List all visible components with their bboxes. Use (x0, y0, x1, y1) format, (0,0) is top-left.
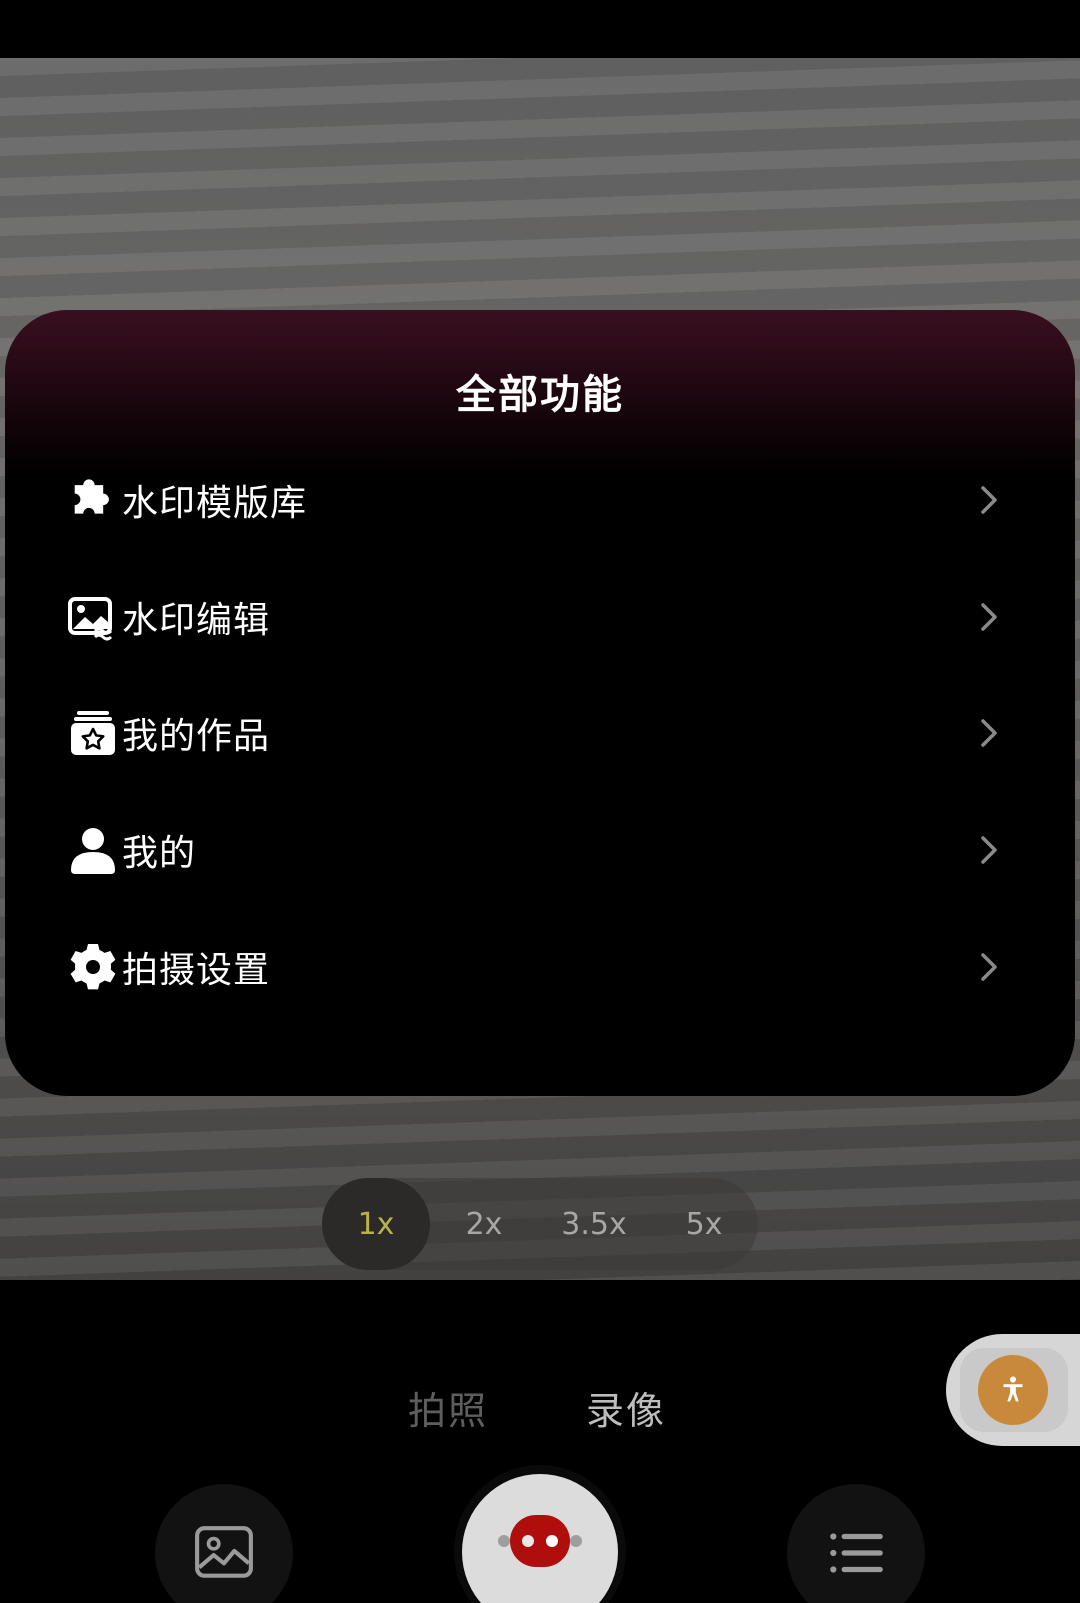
menu-button[interactable] (787, 1484, 925, 1603)
chevron-right-icon (977, 949, 1003, 985)
chevron-right-icon (977, 599, 1003, 635)
mode-photo-tab[interactable]: 拍照 (408, 1380, 488, 1435)
menu-label: 水印编辑 (122, 600, 271, 641)
menu-label: 我的 (122, 833, 197, 874)
zoom-option-1x[interactable]: 1x (322, 1178, 430, 1270)
menu-item-watermark-library[interactable]: 水印模版库 (5, 450, 1075, 550)
gallery-icon (195, 1526, 253, 1578)
zoom-option-3-5x[interactable]: 3.5x (538, 1178, 650, 1270)
user-icon (65, 822, 121, 878)
zoom-option-2x[interactable]: 2x (430, 1178, 538, 1270)
carousel-dot (498, 1535, 510, 1547)
gallery-button[interactable] (155, 1484, 293, 1603)
menu-item-watermark-edit[interactable]: 水印编辑 (5, 567, 1075, 667)
accessibility-icon (1003, 1376, 1023, 1402)
zoom-option-5x[interactable]: 5x (650, 1178, 758, 1270)
chevron-right-icon (977, 482, 1003, 518)
chevron-right-icon (977, 715, 1003, 751)
menu-item-shooting-settings[interactable]: 拍摄设置 (5, 917, 1075, 1017)
menu-label: 拍摄设置 (122, 950, 271, 991)
status-bar (0, 0, 1080, 58)
carousel-dot (522, 1535, 534, 1547)
gear-icon (65, 939, 121, 995)
zoom-selector: 1x 2x 3.5x 5x (322, 1178, 758, 1270)
image-edit-icon (65, 589, 121, 645)
record-indicator (510, 1515, 570, 1567)
carousel-dot (570, 1535, 582, 1547)
menu-label: 我的作品 (122, 716, 271, 757)
menu-item-mine[interactable]: 我的 (5, 800, 1075, 900)
camera-screen: 全部功能 水印模版库 水印编辑 我的作品 我的 拍摄设置 1x 2x 3.5x … (0, 0, 1080, 1603)
works-icon (65, 705, 121, 761)
accessibility-button[interactable] (978, 1355, 1048, 1425)
puzzle-icon (65, 472, 121, 528)
list-menu-icon (830, 1533, 883, 1573)
menu-label: 水印模版库 (122, 483, 308, 524)
mode-video-tab[interactable]: 录像 (586, 1380, 666, 1435)
all-features-panel: 全部功能 水印模版库 水印编辑 我的作品 我的 拍摄设置 (5, 310, 1075, 1096)
carousel-dot-active (546, 1535, 558, 1547)
panel-title: 全部功能 (456, 372, 624, 418)
menu-item-my-works[interactable]: 我的作品 (5, 683, 1075, 783)
chevron-right-icon (977, 832, 1003, 868)
